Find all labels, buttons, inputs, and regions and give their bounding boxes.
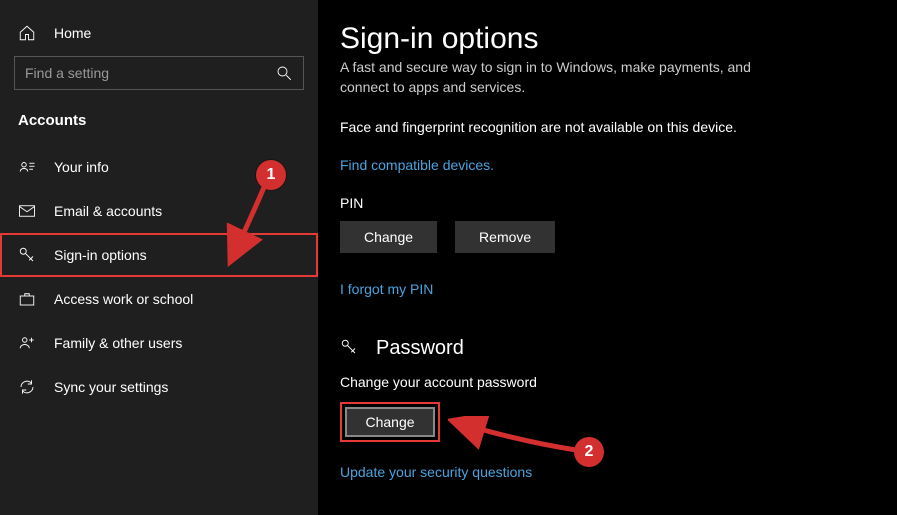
search-input[interactable] bbox=[25, 65, 275, 81]
sidebar-item-sync-settings[interactable]: Sync your settings bbox=[0, 365, 318, 409]
annotation-arrow-1 bbox=[220, 180, 280, 270]
recognition-note: Face and fingerprint recognition are not… bbox=[340, 119, 880, 135]
password-change-button[interactable]: Change bbox=[345, 407, 435, 437]
page-title: Sign-in options bbox=[340, 22, 880, 56]
sidebar-item-label: Sync your settings bbox=[54, 379, 168, 395]
sync-icon bbox=[18, 378, 36, 396]
key-icon bbox=[18, 246, 36, 264]
sidebar-item-label: Family & other users bbox=[54, 335, 182, 351]
section-header-accounts: Accounts bbox=[0, 108, 318, 145]
security-questions-link[interactable]: Update your security questions bbox=[340, 464, 532, 480]
home-icon bbox=[18, 24, 36, 42]
sidebar-item-label: Access work or school bbox=[54, 291, 193, 307]
briefcase-icon bbox=[18, 290, 36, 308]
sidebar-item-access-work[interactable]: Access work or school bbox=[0, 277, 318, 321]
forgot-pin-link[interactable]: I forgot my PIN bbox=[340, 281, 433, 297]
password-section: Password Change your account password Ch… bbox=[340, 337, 880, 480]
intro-text-line2: connect to apps and services. bbox=[340, 78, 760, 98]
sidebar-item-label: Your info bbox=[54, 159, 109, 175]
find-devices-link[interactable]: Find compatible devices. bbox=[340, 157, 494, 173]
search-icon bbox=[275, 64, 293, 82]
user-card-icon bbox=[18, 158, 36, 176]
mail-icon bbox=[18, 202, 36, 220]
annotation-arrow-2 bbox=[448, 416, 588, 466]
pin-change-button[interactable]: Change bbox=[340, 221, 437, 253]
pin-section: PIN Change Remove I forgot my PIN bbox=[340, 195, 880, 297]
home-nav[interactable]: Home bbox=[0, 18, 318, 56]
key-icon bbox=[340, 338, 362, 360]
password-heading-text: Password bbox=[376, 337, 464, 360]
search-box[interactable] bbox=[14, 56, 304, 90]
home-label: Home bbox=[54, 25, 91, 41]
pin-buttons: Change Remove bbox=[340, 221, 880, 253]
pin-remove-button[interactable]: Remove bbox=[455, 221, 555, 253]
main-content: Sign-in options A fast and secure way to… bbox=[340, 0, 880, 515]
password-heading: Password bbox=[340, 337, 880, 360]
people-plus-icon bbox=[18, 334, 36, 352]
sidebar-item-label: Sign-in options bbox=[54, 247, 147, 263]
sidebar-item-family-users[interactable]: Family & other users bbox=[0, 321, 318, 365]
sidebar-item-label: Email & accounts bbox=[54, 203, 162, 219]
password-desc: Change your account password bbox=[340, 374, 880, 390]
pin-label: PIN bbox=[340, 195, 880, 211]
intro-text-line1: A fast and secure way to sign in to Wind… bbox=[340, 58, 760, 78]
password-change-highlight: Change bbox=[340, 402, 440, 442]
